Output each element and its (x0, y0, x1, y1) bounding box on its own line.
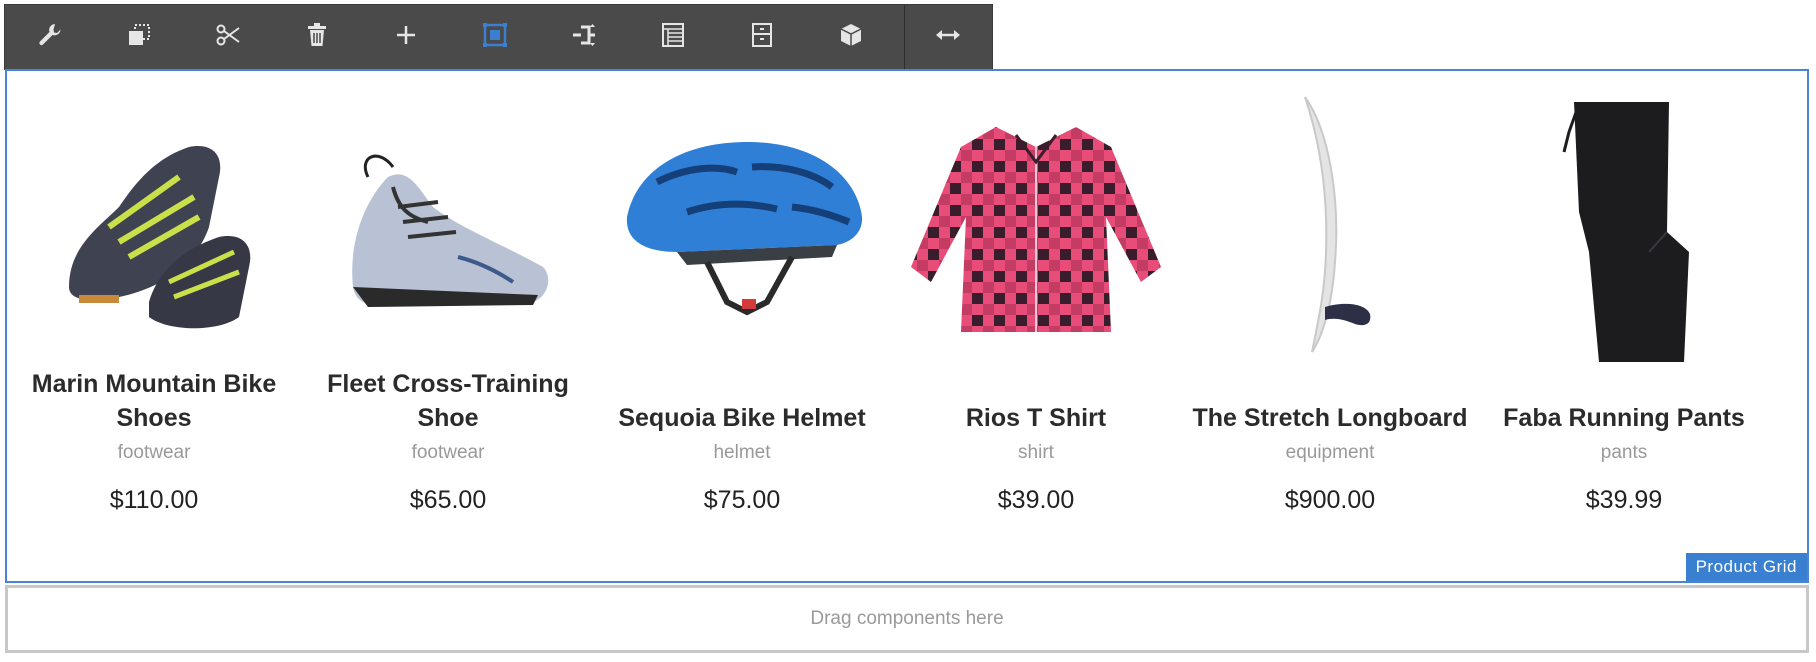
component-label: Product Grid (1685, 553, 1807, 581)
longboard-icon (1304, 96, 1371, 353)
assets-button[interactable] (807, 5, 896, 69)
product-image[interactable] (301, 77, 595, 377)
product-grid: Marin Mountain Bike Shoes footwear $110.… (7, 71, 1807, 581)
product-price: $39.99 (1585, 486, 1663, 514)
layout-icon (659, 21, 687, 54)
product-name[interactable]: Sequoia Bike Helmet (618, 401, 865, 435)
product-image[interactable] (7, 77, 301, 377)
product-info: Fleet Cross-Training Shoe footwear $65.0… (301, 365, 595, 515)
copy-button[interactable] (94, 5, 183, 69)
trash-icon (303, 21, 331, 54)
bike-helmet-icon (626, 142, 863, 316)
insert-button[interactable] (361, 5, 450, 69)
product-price: $75.00 (703, 486, 781, 514)
product-category: shirt (1018, 442, 1054, 463)
product-info: Faba Running Pants pants $39.99 (1477, 365, 1771, 515)
product-card[interactable]: Sequoia Bike Helmet helmet $75.00 (595, 71, 889, 581)
product-image[interactable] (889, 77, 1183, 377)
product-info: Marin Mountain Bike Shoes footwear $110.… (7, 365, 301, 515)
bike-shoes-icon (69, 146, 251, 329)
product-card[interactable]: Rios T Shirt shirt $39.00 (889, 71, 1183, 581)
training-shoe-icon (352, 154, 549, 307)
product-name[interactable]: The Stretch Longboard (1193, 401, 1468, 435)
product-image[interactable] (595, 77, 889, 377)
product-info: Rios T Shirt shirt $39.00 (889, 365, 1183, 515)
product-category: footwear (411, 442, 485, 463)
product-image[interactable] (1477, 77, 1771, 377)
running-pants-icon (1562, 102, 1689, 362)
product-card[interactable]: Fleet Cross-Training Shoe footwear $65.0… (301, 71, 595, 581)
group-button[interactable] (540, 5, 629, 69)
product-image[interactable] (1183, 77, 1477, 377)
product-name[interactable]: Marin Mountain Bike Shoes (7, 367, 301, 435)
product-price: $900.00 (1284, 486, 1376, 514)
scissors-icon (214, 21, 242, 54)
boxes-icon (837, 21, 865, 54)
drop-zone-label: Drag components here (810, 608, 1004, 629)
product-grid-component[interactable]: Marin Mountain Bike Shoes footwear $110.… (5, 69, 1809, 583)
convert-button[interactable] (718, 5, 807, 69)
configure-button[interactable] (5, 5, 94, 69)
product-category: footwear (117, 442, 191, 463)
product-info: Sequoia Bike Helmet helmet $75.00 (595, 365, 889, 515)
delete-button[interactable] (272, 5, 361, 69)
product-card[interactable]: Marin Mountain Bike Shoes footwear $110.… (7, 71, 301, 581)
product-price: $39.00 (997, 486, 1075, 514)
plus-icon (392, 21, 420, 54)
drop-zone[interactable]: Drag components here (5, 585, 1809, 653)
plaid-shirt-icon (911, 127, 1161, 332)
component-toolbar (4, 4, 993, 70)
resize-button[interactable] (905, 5, 992, 69)
group-icon (570, 21, 598, 54)
product-price: $110.00 (109, 486, 199, 514)
product-info: The Stretch Longboard equipment $900.00 (1183, 365, 1477, 515)
layout-button[interactable] (629, 5, 718, 69)
product-category: pants (1600, 442, 1648, 463)
resize-arrows-icon (934, 21, 962, 54)
product-card[interactable]: Faba Running Pants pants $39.99 (1477, 71, 1771, 581)
product-category: equipment (1285, 442, 1375, 463)
copy-icon (125, 21, 153, 54)
product-name[interactable]: Rios T Shirt (966, 401, 1106, 435)
cut-button[interactable] (183, 5, 272, 69)
product-name[interactable]: Faba Running Pants (1503, 401, 1745, 435)
select-parent-icon (481, 21, 509, 54)
product-card[interactable]: The Stretch Longboard equipment $900.00 (1183, 71, 1477, 581)
select-parent-button[interactable] (450, 5, 539, 69)
product-price: $65.00 (409, 486, 487, 514)
wrench-icon (36, 21, 64, 54)
product-name[interactable]: Fleet Cross-Training Shoe (301, 367, 595, 435)
cabinet-icon (748, 21, 776, 54)
product-category: helmet (713, 442, 771, 463)
